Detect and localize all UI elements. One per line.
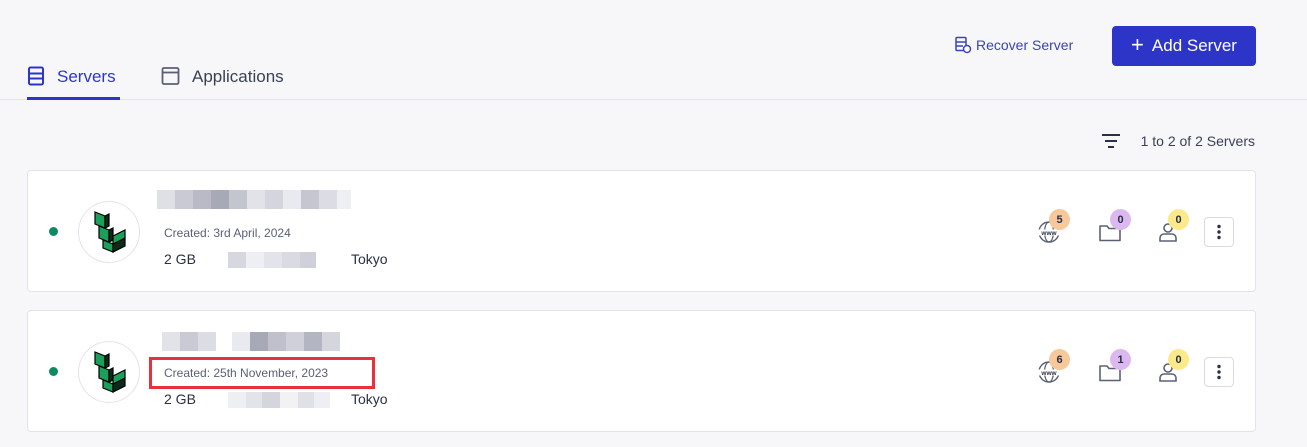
server-ip-redacted [228, 392, 330, 408]
tab-applications-label: Applications [192, 67, 284, 86]
status-online-dot [49, 227, 58, 236]
websites-stat[interactable]: www 6 [1037, 349, 1077, 389]
websites-stat[interactable]: www 5 [1037, 209, 1077, 249]
tab-applications[interactable]: Applications [161, 66, 284, 100]
browser-window-icon [161, 67, 180, 85]
kebab-menu-icon [1217, 364, 1221, 380]
server-size: 2 GB [164, 251, 196, 267]
server-region: Tokyo [351, 391, 388, 407]
top-bar: Servers Applications Recover Server + Ad… [0, 0, 1307, 100]
svg-text:www: www [1040, 370, 1057, 377]
more-options-button[interactable] [1204, 357, 1234, 387]
server-ip-redacted [228, 252, 316, 268]
users-count-badge: 0 [1168, 349, 1189, 370]
users-stat[interactable]: 0 [1156, 209, 1196, 249]
more-options-button[interactable] [1204, 217, 1234, 247]
server-created-date: Created: 3rd April, 2024 [164, 226, 291, 240]
server-name-redacted [162, 332, 340, 351]
add-server-label: Add Server [1151, 36, 1237, 55]
websites-count-badge: 5 [1049, 209, 1070, 230]
folders-count-badge: 0 [1110, 209, 1131, 230]
websites-count-badge: 6 [1049, 349, 1070, 370]
recover-server-label: Recover Server [976, 37, 1074, 53]
users-count-badge: 0 [1168, 209, 1189, 230]
recover-server-icon [955, 36, 972, 54]
folders-stat[interactable]: 0 [1098, 209, 1138, 249]
server-icon [28, 66, 44, 86]
provider-logo-icon [94, 351, 126, 393]
filter-icon[interactable] [1101, 133, 1121, 149]
created-date-highlight [149, 357, 375, 389]
folders-count-badge: 1 [1110, 349, 1131, 370]
provider-logo-icon [94, 211, 126, 253]
server-card[interactable]: Created: 3rd April, 2024 2 GB Tokyo www … [27, 170, 1256, 292]
server-name-redacted [157, 190, 351, 209]
status-online-dot [49, 367, 58, 376]
plus-icon: + [1131, 32, 1144, 57]
server-count: 1 to 2 of 2 Servers [1140, 133, 1255, 149]
tab-servers[interactable]: Servers [27, 66, 120, 100]
users-stat[interactable]: 0 [1156, 349, 1196, 389]
server-provider-logo [78, 201, 140, 263]
server-card[interactable]: Created: 25th November, 2023 2 GB Tokyo … [27, 310, 1256, 432]
tab-servers-label: Servers [57, 67, 116, 86]
recover-server-link[interactable]: Recover Server [954, 36, 1073, 54]
kebab-menu-icon [1217, 224, 1221, 240]
add-server-button[interactable]: + Add Server [1112, 26, 1256, 66]
server-provider-logo [78, 341, 140, 403]
svg-text:www: www [1040, 230, 1057, 237]
list-toolbar: 1 to 2 of 2 Servers [1101, 133, 1255, 149]
folders-stat[interactable]: 1 [1098, 349, 1138, 389]
server-size: 2 GB [164, 391, 196, 407]
server-region: Tokyo [351, 251, 388, 267]
